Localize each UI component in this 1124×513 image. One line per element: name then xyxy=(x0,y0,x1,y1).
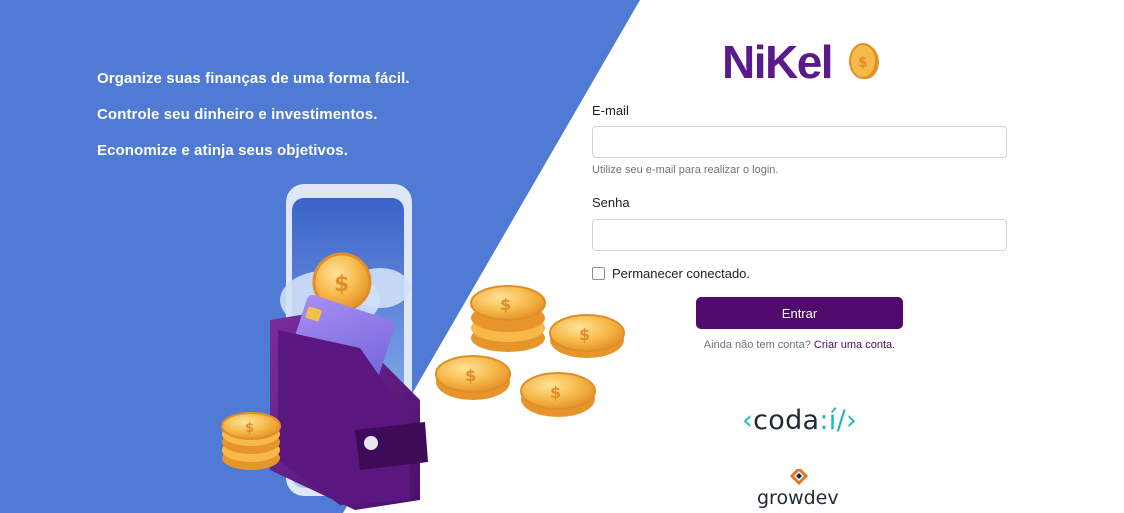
growdev-dev: dev xyxy=(803,487,839,509)
email-help-text: Utilize seu e-mail para realizar o login… xyxy=(592,164,779,176)
register-prompt: Ainda não tem conta? Criar uma conta. xyxy=(592,339,1007,351)
svg-text:$: $ xyxy=(245,421,254,436)
svg-text:$: $ xyxy=(858,55,868,71)
growdev-logo: growdev xyxy=(757,487,839,509)
brand-name: NiKel xyxy=(722,36,834,88)
register-link[interactable]: Criar uma conta. xyxy=(814,339,895,351)
svg-text:$: $ xyxy=(334,272,349,297)
login-button[interactable]: Entrar xyxy=(696,297,903,329)
slogan-3: Economize e atinja seus objetivos. xyxy=(97,142,348,159)
nikel-logo: NiKel $ xyxy=(722,36,879,88)
remember-checkbox[interactable] xyxy=(592,267,605,280)
coda-bracket-close: /› xyxy=(836,405,858,436)
svg-text:$: $ xyxy=(500,295,511,314)
coda-bracket-open: ‹ xyxy=(742,405,754,436)
coda-colon: : xyxy=(819,405,829,436)
slogan-1: Organize suas finanças de uma forma fáci… xyxy=(97,70,410,87)
growdev-grow: grow xyxy=(757,487,804,509)
remember-label[interactable]: Permanecer conectado. xyxy=(612,266,750,281)
svg-text:$: $ xyxy=(579,325,590,344)
slogan-list: Organize suas finanças de uma forma fáci… xyxy=(97,70,410,178)
email-field[interactable] xyxy=(592,126,1007,158)
password-label: Senha xyxy=(592,195,630,210)
slogan-2: Controle seu dinheiro e investimentos. xyxy=(97,106,378,123)
coda-word: coda xyxy=(753,405,820,436)
svg-text:$: $ xyxy=(465,366,476,385)
register-prompt-text: Ainda não tem conta? xyxy=(703,339,811,351)
coin-icon: $ xyxy=(849,43,879,79)
svg-text:$: $ xyxy=(550,383,561,402)
email-label: E-mail xyxy=(592,103,629,118)
password-field[interactable] xyxy=(592,219,1007,251)
growdev-diamond-icon xyxy=(789,469,809,486)
coda-i: í xyxy=(828,405,837,436)
coda-logo: ‹coda:í/› xyxy=(742,405,857,436)
